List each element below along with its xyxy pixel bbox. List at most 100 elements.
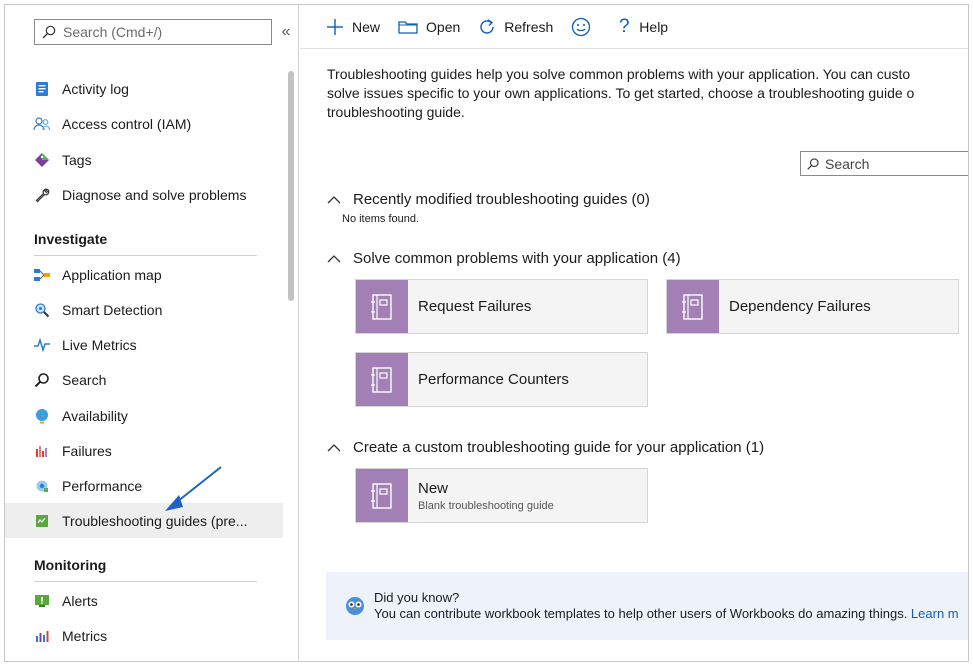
sidebar-item-metrics[interactable]: Metrics: [5, 618, 283, 653]
sidebar-item-label: Tags: [62, 151, 92, 168]
intro-text: Troubleshooting guides help you solve co…: [327, 65, 968, 122]
group-title: Create a custom troubleshooting guide fo…: [353, 439, 765, 456]
question-icon: ?: [619, 15, 630, 37]
smiley-icon: [571, 17, 591, 37]
group-header-common[interactable]: Solve common problems with your applicat…: [327, 250, 681, 267]
wrench-icon: [33, 186, 51, 204]
tile-request-failures[interactable]: Request Failures: [355, 279, 648, 334]
sidebar-item-performance[interactable]: Performance: [5, 468, 283, 503]
failures-icon: [33, 442, 51, 460]
sidebar-item-label: Alerts: [62, 592, 98, 609]
tip-body: You can contribute workbook templates to…: [374, 606, 911, 621]
troubleshooting-guide-icon: [33, 512, 51, 530]
sidebar-item-failures[interactable]: Failures: [5, 433, 283, 468]
tile-subtitle: Blank troubleshooting guide: [418, 499, 554, 512]
guides-search[interactable]: [800, 151, 968, 176]
sidebar-item-label: Activity log: [62, 80, 129, 97]
sidebar-item-label: Access control (IAM): [62, 115, 192, 132]
new-button-label: New: [352, 18, 381, 35]
section-title-investigate: Investigate: [34, 231, 108, 247]
search-icon: [35, 20, 63, 44]
main-content: New Open Refresh ? Help Troubleshooting …: [300, 5, 968, 661]
tip-title: Did you know?: [374, 590, 460, 605]
sidebar-search[interactable]: [34, 19, 272, 45]
tile-title: Dependency Failures: [729, 298, 871, 315]
refresh-button[interactable]: Refresh: [478, 12, 553, 42]
sidebar-item-smart-detection[interactable]: Smart Detection: [5, 292, 283, 327]
guides-search-input[interactable]: [825, 155, 965, 172]
sidebar-item-label: Application map: [62, 266, 162, 283]
tile-new-guide[interactable]: New Blank troubleshooting guide: [355, 468, 648, 523]
tip-body-line: You can contribute workbook templates to…: [374, 606, 959, 622]
sidebar-item-alerts[interactable]: Alerts: [5, 583, 283, 618]
sidebar-item-access-control[interactable]: Access control (IAM): [5, 106, 283, 141]
chevron-up-icon: [327, 443, 341, 453]
sidebar-item-label: Failures: [62, 442, 112, 459]
annotation-arrow-icon: [165, 466, 222, 511]
tile-title: New: [418, 479, 449, 497]
guide-book-icon: [356, 469, 408, 522]
tile-title: Request Failures: [418, 298, 532, 315]
plus-icon: [326, 18, 344, 36]
group-title: Solve common problems with your applicat…: [353, 250, 681, 267]
tag-icon: [33, 151, 51, 169]
sidebar-item-diagnose[interactable]: Diagnose and solve problems: [5, 177, 283, 212]
group-title: Recently modified troubleshooting guides…: [353, 191, 650, 208]
intro-line: Troubleshooting guides help you solve co…: [327, 66, 911, 82]
section-divider: [34, 255, 257, 256]
activity-log-icon: [33, 80, 51, 98]
new-button[interactable]: New: [326, 12, 380, 42]
sidebar-item-label: Smart Detection: [62, 301, 163, 318]
search-icon: [33, 371, 51, 389]
empty-state-text: No items found.: [342, 213, 420, 225]
tile-dependency-failures[interactable]: Dependency Failures: [666, 279, 959, 334]
guide-book-icon: [356, 280, 408, 333]
open-button[interactable]: Open: [398, 12, 460, 42]
sidebar-item-activity-log[interactable]: Activity log: [5, 71, 283, 106]
sidebar-scrollbar-thumb[interactable]: [288, 71, 294, 301]
learn-more-link[interactable]: Learn m: [911, 606, 959, 621]
tile-performance-counters[interactable]: Performance Counters: [355, 352, 648, 407]
live-metrics-icon: [33, 336, 51, 354]
refresh-icon: [478, 18, 496, 36]
sidebar-item-tags[interactable]: Tags: [5, 142, 283, 177]
guide-book-icon: [667, 280, 719, 333]
chevron-up-icon: [327, 195, 341, 205]
owl-icon: [344, 595, 366, 617]
sidebar: « Activity log Access control (IAM) Tags…: [5, 5, 299, 661]
chevron-up-icon: [327, 254, 341, 264]
application-map-icon: [33, 266, 51, 284]
smart-detection-icon: [33, 301, 51, 319]
metrics-icon: [33, 627, 51, 645]
sidebar-item-label: Search: [62, 371, 107, 388]
section-title-monitoring: Monitoring: [34, 557, 107, 573]
sidebar-item-label: Availability: [62, 407, 128, 424]
sidebar-item-label: Performance: [62, 477, 143, 494]
globe-icon: [33, 407, 51, 425]
sidebar-item-live-metrics[interactable]: Live Metrics: [5, 327, 283, 362]
guide-book-icon: [356, 353, 408, 406]
folder-icon: [398, 19, 418, 35]
toolbar: New Open Refresh ? Help: [300, 5, 968, 49]
section-divider: [34, 581, 257, 582]
sidebar-item-label: Diagnose and solve problems: [62, 186, 247, 203]
intro-line: troubleshooting guide.: [327, 104, 465, 120]
sidebar-item-troubleshooting-guides[interactable]: Troubleshooting guides (pre...: [5, 503, 283, 538]
open-button-label: Open: [426, 18, 461, 35]
group-header-recent[interactable]: Recently modified troubleshooting guides…: [327, 191, 650, 208]
sidebar-item-search[interactable]: Search: [5, 362, 283, 397]
sidebar-item-label: Live Metrics: [62, 336, 137, 353]
help-button[interactable]: ? Help: [617, 12, 668, 42]
collapse-sidebar-button[interactable]: «: [278, 23, 294, 41]
sidebar-search-input[interactable]: [63, 24, 263, 40]
alert-icon: [33, 592, 51, 610]
sidebar-item-application-map[interactable]: Application map: [5, 257, 283, 292]
sidebar-item-label: Metrics: [62, 627, 108, 644]
refresh-button-label: Refresh: [504, 18, 554, 35]
help-button-label: Help: [639, 18, 669, 35]
sidebar-item-availability[interactable]: Availability: [5, 398, 283, 433]
performance-icon: [33, 477, 51, 495]
group-header-custom[interactable]: Create a custom troubleshooting guide fo…: [327, 439, 764, 456]
tip-text: Did you know? You can contribute workboo…: [374, 590, 959, 622]
feedback-button[interactable]: [571, 12, 599, 42]
